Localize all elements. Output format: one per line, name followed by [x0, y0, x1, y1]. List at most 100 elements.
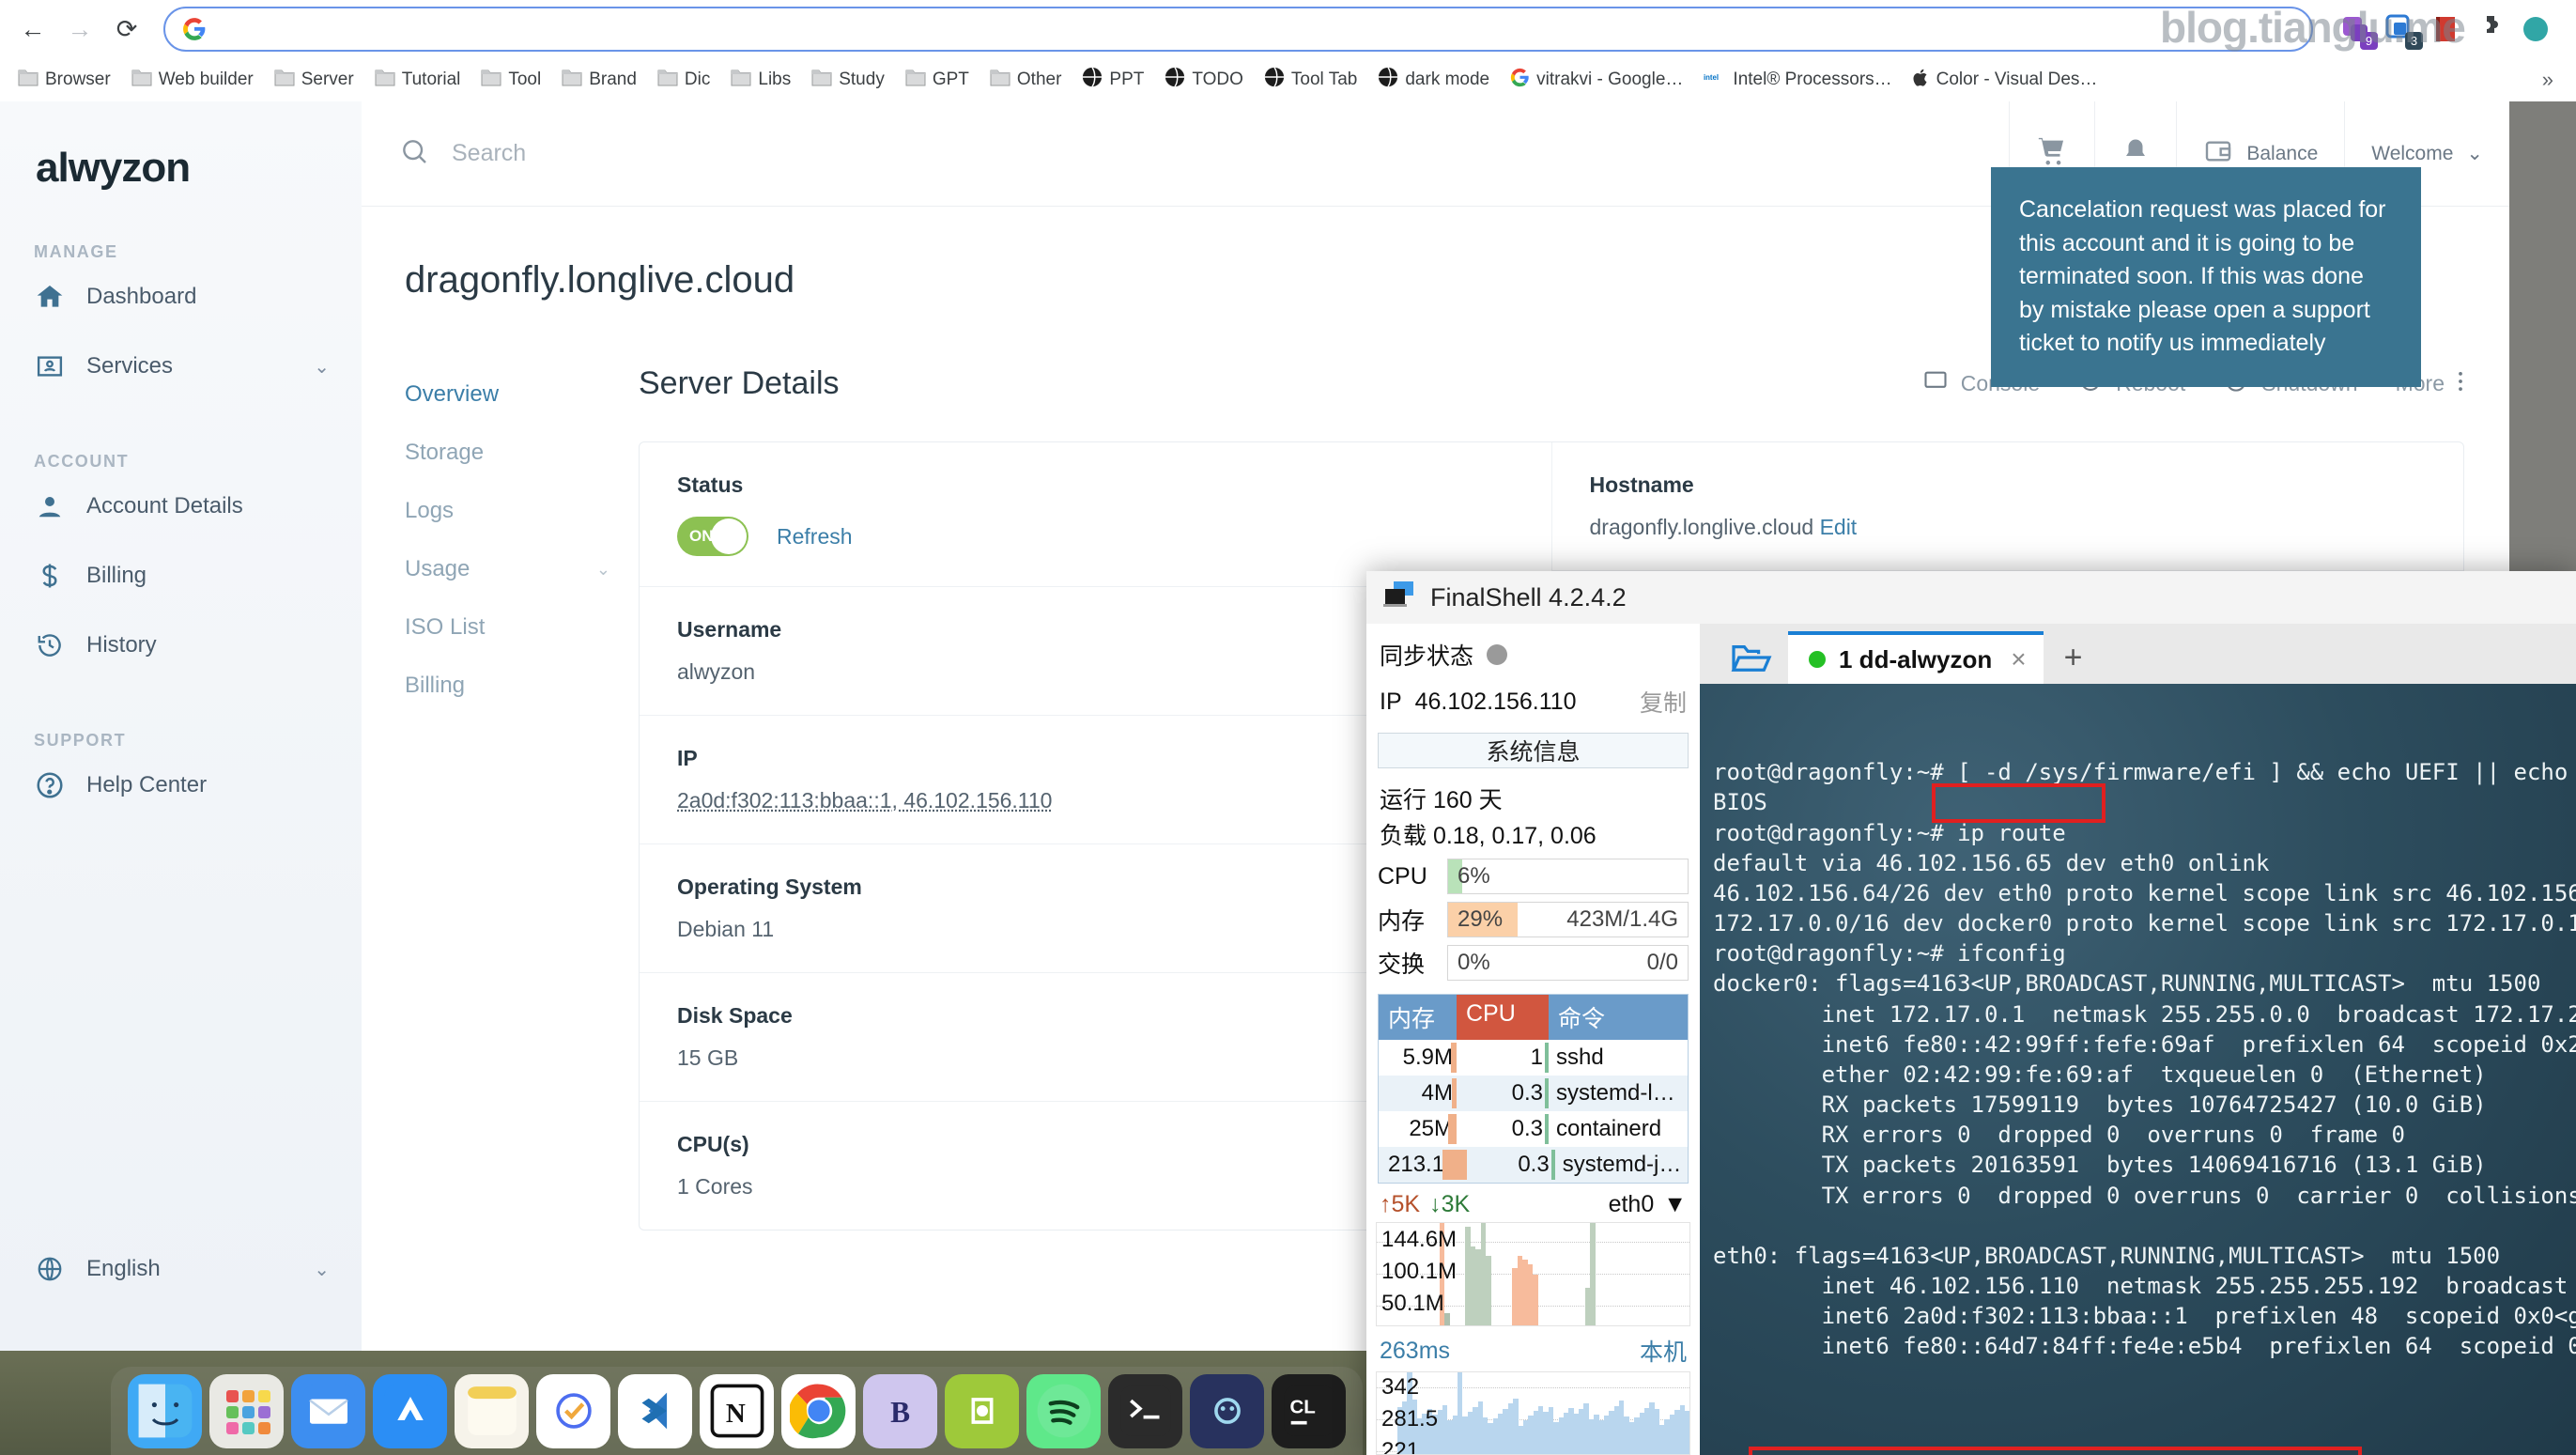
sidebar: alwyzon MANAGE Dashboard Services ⌄ ACCOUNT A…: [0, 101, 362, 1351]
bookmark-item[interactable]: Tutorial: [366, 64, 470, 97]
bookmark-item[interactable]: Tool Tab: [1256, 62, 1365, 98]
sync-status-dot-icon: [1487, 644, 1508, 665]
bookmark-item[interactable]: dark mode: [1369, 62, 1498, 98]
bookmark-item[interactable]: Libs: [722, 64, 799, 97]
interface-selector[interactable]: eth0 ▼: [1609, 1191, 1687, 1218]
apple-icon: [1913, 68, 1930, 93]
bookmark-item[interactable]: Server: [266, 64, 362, 97]
terminal-line: inet6 fe80::64d7:84ff:fe4e:e5b4 prefixle…: [1713, 1333, 2576, 1360]
language-selector[interactable]: English ⌄: [0, 1238, 362, 1300]
sidebar-item-services[interactable]: Services ⌄: [0, 332, 362, 401]
bookmark-item[interactable]: vitrakvi - Google…: [1502, 63, 1691, 98]
svg-text:intel: intel: [1704, 73, 1719, 82]
spotify-icon[interactable]: [1026, 1373, 1101, 1448]
subnav-item-storage[interactable]: Storage: [405, 424, 639, 482]
sidebar-item-history[interactable]: History: [0, 611, 362, 680]
bookmark-item[interactable]: Brand: [553, 64, 645, 97]
toggle-state-label: ON: [689, 527, 714, 545]
bookmark-label: TODO: [1192, 70, 1243, 89]
things-todo-icon[interactable]: [536, 1373, 610, 1448]
history-icon: [34, 629, 66, 661]
sidebar-group: SUPPORT Help Center: [0, 731, 362, 820]
notion-icon[interactable]: N: [700, 1373, 774, 1448]
vscode-icon[interactable]: [618, 1373, 692, 1448]
bookmark-item[interactable]: intel Intel® Processors…: [1695, 65, 1900, 95]
sidebar-item-billing[interactable]: Billing: [0, 541, 362, 611]
subnav-label: Billing: [405, 673, 466, 698]
network-y-label: 144.6M: [1381, 1227, 1458, 1252]
chrome-icon[interactable]: [781, 1373, 856, 1448]
bookmark-item[interactable]: Dic: [649, 64, 718, 97]
subnav-label: ISO List: [405, 614, 486, 640]
hostname-row: Hostname dragonfly.longlive.cloud Edit: [1551, 442, 2463, 571]
bookmark-item[interactable]: Tool: [472, 64, 549, 97]
mail-icon[interactable]: [291, 1373, 365, 1448]
forward-button[interactable]: →: [58, 8, 101, 51]
terminal-output[interactable]: root@dragonfly:~# [ -d /sys/firmware/efi…: [1700, 684, 2576, 1455]
back-button[interactable]: ←: [11, 8, 54, 51]
subnav-item-logs[interactable]: Logs: [405, 482, 639, 540]
clion-icon[interactable]: CL: [1272, 1373, 1346, 1448]
terminal-tab[interactable]: 1 dd-alwyzon ×: [1788, 631, 2044, 684]
wallet-icon: [2203, 136, 2233, 172]
sidebar-item-help-center[interactable]: Help Center: [0, 751, 362, 820]
process-row: 213.1M 0.3 systemd-j…: [1379, 1147, 1688, 1183]
hostname-text: dragonfly.longlive.cloud: [1589, 515, 1814, 539]
status-row: Status ON Refresh: [640, 442, 1551, 587]
copy-button[interactable]: 复制: [1640, 685, 1687, 719]
sidebar-group: MANAGE Dashboard Services ⌄: [0, 242, 362, 401]
ip-link[interactable]: 2a0d:f302:113:bbaa::1, 46.102.156.110: [677, 788, 1052, 813]
bookmarks-overflow-button[interactable]: »: [2529, 64, 2567, 96]
notes-icon[interactable]: [455, 1373, 529, 1448]
reload-button[interactable]: ⟳: [105, 8, 148, 51]
terminal-line: docker0: flags=4163<UP,BROADCAST,RUNNING…: [1713, 970, 2541, 998]
cpu-bar-indicator: [1545, 1078, 1549, 1108]
close-icon[interactable]: ×: [2011, 644, 2026, 674]
refresh-link[interactable]: Refresh: [777, 524, 853, 549]
evernote-icon[interactable]: [945, 1373, 1019, 1448]
bookmark-item[interactable]: Color - Visual Des…: [1905, 63, 2106, 98]
bookmark-item[interactable]: TODO: [1156, 62, 1252, 98]
resource-meters: CPU 6% 内存 29% 423M/1.4G 交换 0% 0/0: [1376, 855, 1690, 984]
subnav-item-iso-list[interactable]: ISO List: [405, 598, 639, 657]
system-info-button[interactable]: 系统信息: [1378, 733, 1689, 768]
extension-teal-icon[interactable]: [2520, 13, 2552, 45]
bookmark-item[interactable]: Web builder: [123, 64, 262, 97]
bookmark-item[interactable]: Browser: [9, 64, 119, 97]
kebab-icon: [2457, 368, 2464, 400]
subnav-item-billing[interactable]: Billing: [405, 657, 639, 715]
process-cmd: systemd-l…: [1556, 1080, 1675, 1106]
alwyzon-logo[interactable]: alwyzon: [0, 101, 362, 192]
meter-percent: 29%: [1458, 906, 1504, 932]
launchpad-icon[interactable]: [209, 1373, 284, 1448]
wuyou-icon[interactable]: [1190, 1373, 1264, 1448]
mem-bar-indicator: [1448, 1114, 1457, 1144]
terminal-icon[interactable]: [1108, 1373, 1182, 1448]
bookmark-item[interactable]: PPT: [1073, 62, 1152, 98]
subnav-item-usage[interactable]: Usage ⌄: [405, 540, 639, 598]
address-input[interactable]: [220, 18, 2294, 40]
finder-icon[interactable]: [128, 1373, 202, 1448]
search-box[interactable]: Search: [362, 136, 2009, 171]
bookmark-item[interactable]: GPT: [897, 64, 978, 97]
hostname-edit-link[interactable]: Edit: [1820, 515, 1858, 539]
bitwarden-icon[interactable]: B: [863, 1373, 937, 1448]
address-bar[interactable]: [163, 7, 2313, 52]
bookmark-item[interactable]: Study: [803, 64, 893, 97]
puzzle-extensions-icon[interactable]: [2475, 13, 2507, 45]
new-tab-button[interactable]: +: [2044, 631, 2104, 684]
terminal-line: 46.102.156.64/26 dev eth0 proto kernel s…: [1713, 879, 2576, 906]
sidebar-item-account-details[interactable]: Account Details: [0, 472, 362, 541]
meter-percent: 0%: [1458, 950, 1490, 975]
network-bar: [1486, 1255, 1492, 1326]
open-folder-button[interactable]: [1715, 631, 1788, 684]
subnav-item-overview[interactable]: Overview: [405, 365, 639, 424]
meter-label: 交换: [1378, 952, 1426, 978]
app-store-icon[interactable]: [373, 1373, 447, 1448]
power-toggle[interactable]: ON: [677, 517, 748, 556]
process-mem-text: 25M: [1409, 1116, 1453, 1141]
bookmark-item[interactable]: Other: [981, 64, 1071, 97]
sidebar-item-dashboard[interactable]: Dashboard: [0, 262, 362, 332]
process-row: 25M 0.3 containerd: [1379, 1111, 1688, 1147]
bookmark-label: dark mode: [1405, 70, 1490, 89]
